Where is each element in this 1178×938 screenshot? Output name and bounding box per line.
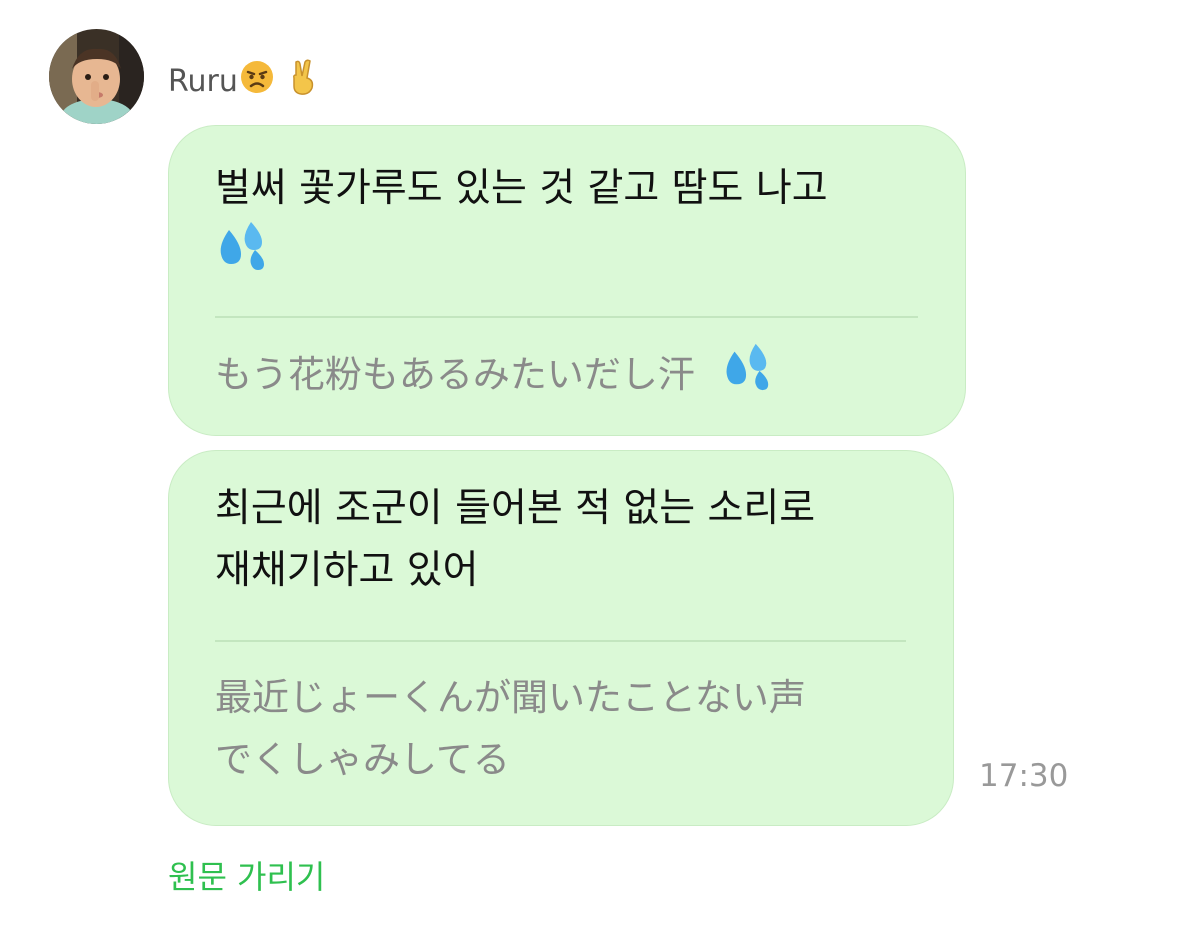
message-bubble[interactable]: 최근에 조군이 들어본 적 없는 소리로 재채기하고 있어 最近じょーくんが聞い… <box>168 450 954 826</box>
message-text-line: 최근에 조군이 들어본 적 없는 소리로 <box>215 486 816 531</box>
translation-line: もう花粉もあるみたいだし汗 <box>215 353 695 396</box>
victory-hand-icon <box>288 58 320 107</box>
message-text-line: 벌써 꽃가루도 있는 것 같고 땀도 나고 <box>215 166 828 211</box>
message-text: 벌써 꽃가루도 있는 것 같고 땀도 나고 <box>215 158 828 291</box>
sweat-droplets-icon <box>721 342 775 411</box>
hide-original-link[interactable]: 원문 가리기 <box>168 855 325 899</box>
sender-name: Ruru <box>168 58 320 107</box>
message-text: 최근에 조군이 들어본 적 없는 소리로 재채기하고 있어 <box>215 478 815 602</box>
translation-line: でくしゃみしてる <box>215 738 510 781</box>
message-timestamp: 17:30 <box>979 758 1069 794</box>
angry-face-icon <box>238 58 276 107</box>
divider <box>215 316 918 318</box>
divider <box>215 640 906 642</box>
sweat-droplets-icon <box>215 220 271 291</box>
translation-text: 最近じょーくんが聞いたことない声 でくしゃみしてる <box>215 667 806 791</box>
translation-text: もう花粉もあるみたいだし汗 <box>215 342 775 411</box>
translation-line: 最近じょーくんが聞いたことない声 <box>215 676 806 719</box>
sender-name-text: Ruru <box>168 64 238 99</box>
avatar[interactable] <box>49 29 144 124</box>
message-bubble[interactable]: 벌써 꽃가루도 있는 것 같고 땀도 나고 もう花粉もあるみたいだし汗 <box>168 125 966 436</box>
message-text-line: 재채기하고 있어 <box>215 548 479 593</box>
